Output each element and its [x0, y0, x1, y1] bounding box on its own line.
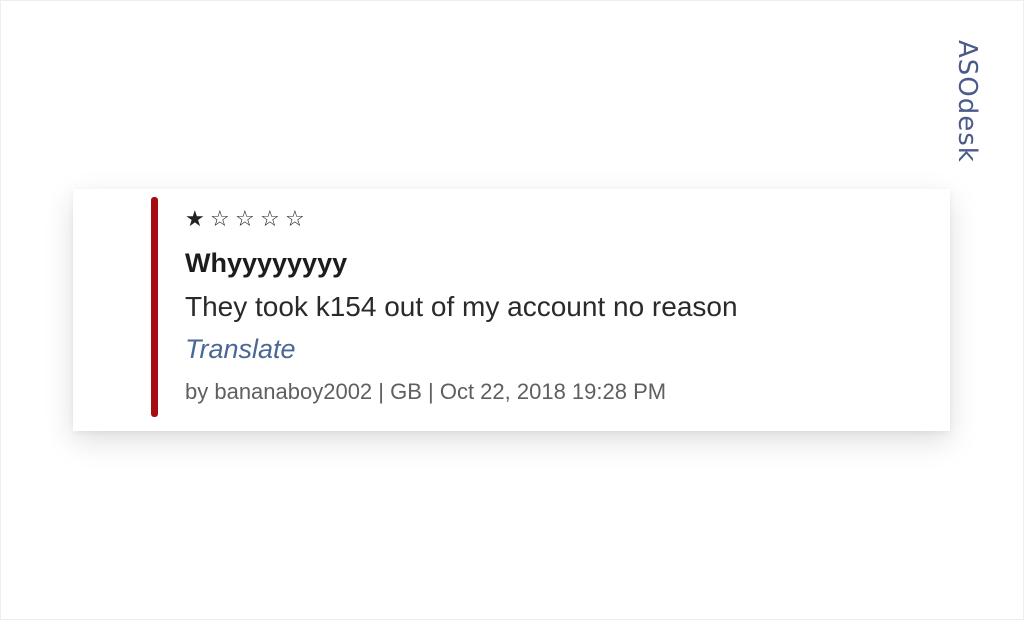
star-rating: ★ ☆ ☆ ☆ ☆: [185, 205, 925, 235]
star-filled-icon: ★: [185, 207, 205, 232]
watermark-text: ASOdesk: [952, 40, 982, 163]
review-content: ★ ☆ ☆ ☆ ☆ Whyyyyyyyy They took k154 out of m…: [185, 205, 925, 406]
star-empty-icon: ☆: [260, 207, 280, 232]
star-empty-icon: ☆: [235, 207, 255, 232]
review-card: ★ ☆ ☆ ☆ ☆ Whyyyyyyyy They took k154 out of m…: [73, 189, 950, 431]
review-title: Whyyyyyyyy: [185, 248, 348, 278]
asodesk-watermark: ASOdesk: [952, 40, 1002, 180]
review-meta: by bananaboy2002 | GB | Oct 22, 2018 19:…: [185, 379, 667, 404]
star-empty-icon: ☆: [210, 207, 230, 232]
review-body: They took k154 out of my account no reas…: [185, 291, 738, 322]
translate-link[interactable]: Translate: [185, 332, 925, 366]
review-accent-bar: [151, 197, 158, 417]
star-empty-icon: ☆: [285, 207, 305, 232]
